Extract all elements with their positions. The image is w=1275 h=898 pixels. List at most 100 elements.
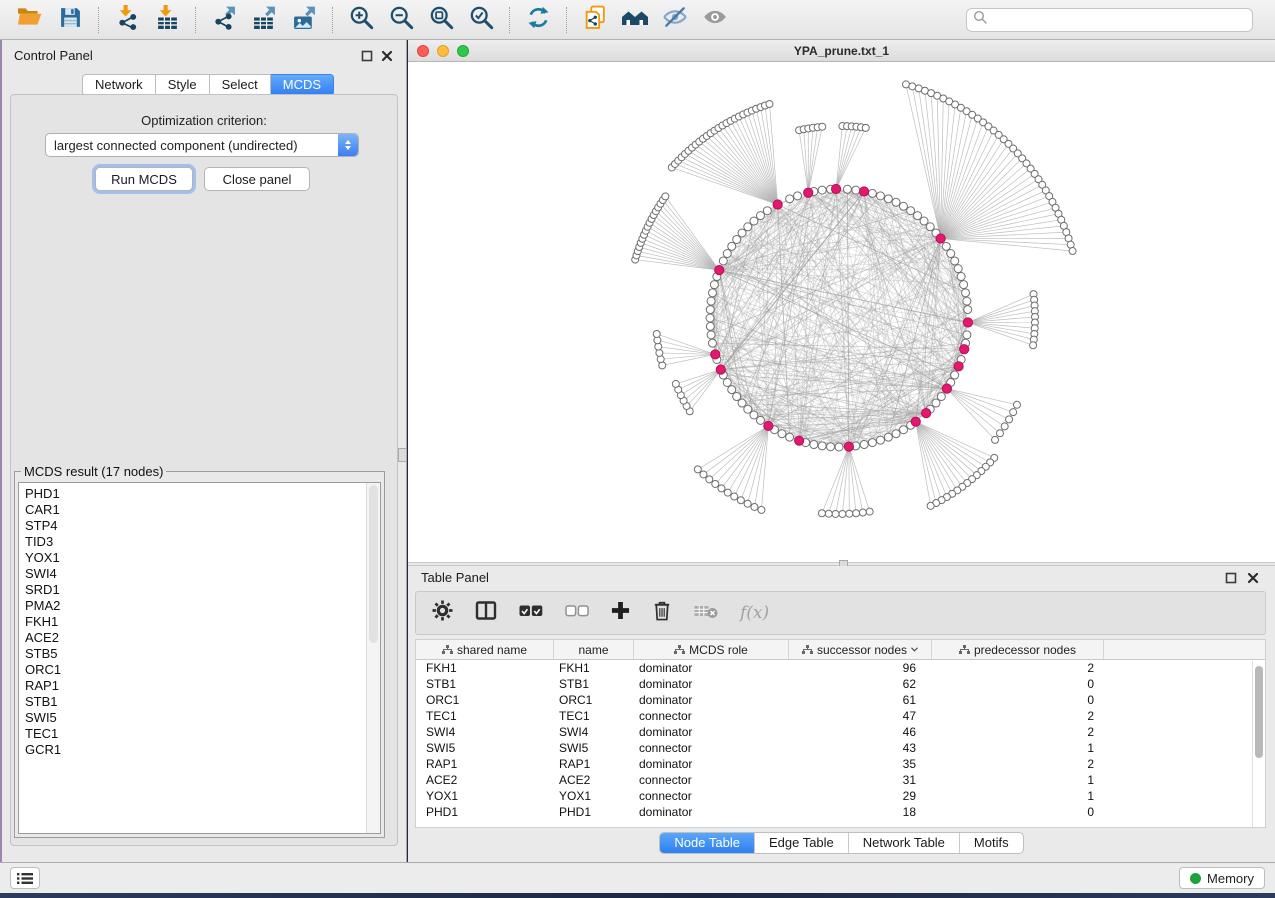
mcds-result-item[interactable]: CAR1 [25,502,380,518]
cell-mcds-role: connector [634,709,789,723]
import-network-file-button[interactable] [111,5,143,35]
delete-table-button[interactable] [694,603,718,624]
cell-mcds-role: dominator [634,661,789,675]
open-file-button[interactable] [14,5,46,35]
table-row[interactable]: ORC1 ORC1 dominator 61 0 [416,692,1265,708]
table-scrollbar[interactable] [1252,661,1265,827]
zoom-fit-button[interactable] [425,5,457,35]
column-header-mcds-role[interactable]: MCDS role [634,640,789,659]
delete-column-button[interactable] [652,600,672,626]
mcds-result-item[interactable]: STB5 [25,646,380,662]
float-panel-icon[interactable] [361,49,373,61]
tab-select[interactable]: Select [210,74,271,96]
import-table-icon [155,5,180,35]
select-all-rows-button[interactable] [519,603,543,624]
network-window-titlebar[interactable]: YPA_prune.txt_1 [408,40,1275,62]
save-session-button[interactable] [54,5,86,35]
cell-predecessor-nodes: 0 [932,805,1104,819]
tab-style[interactable]: Style [156,74,210,96]
column-header-successor-nodes[interactable]: successor nodes [789,640,932,659]
network-canvas[interactable] [408,62,1275,561]
float-table-panel-icon[interactable] [1225,571,1237,583]
zoom-out-button[interactable] [385,5,417,35]
maximize-window-icon[interactable] [457,45,469,57]
close-panel-icon[interactable] [381,49,393,61]
mcds-result-item[interactable]: PHD1 [25,486,380,502]
mcds-result-item[interactable]: TID3 [25,534,380,550]
table-row[interactable]: FKH1 FKH1 dominator 96 2 [416,660,1265,676]
hide-selected-button[interactable] [659,5,691,35]
tab-edge-table[interactable]: Edge Table [754,833,848,853]
table-row[interactable]: YOX1 YOX1 connector 29 1 [416,788,1265,804]
zoom-selected-button[interactable] [465,5,497,35]
tab-network[interactable]: Network [82,74,156,96]
control-panel-tabs: Network Style Select MCDS [82,74,334,96]
zoom-in-button[interactable] [345,5,377,35]
show-all-button[interactable] [699,5,731,35]
tab-node-table[interactable]: Node Table [660,833,754,853]
toolbar-separator [332,7,333,33]
column-header-shared-name[interactable]: shared name [416,640,554,659]
search-input[interactable] [988,12,1246,27]
tab-network-table[interactable]: Network Table [848,833,959,853]
table-row[interactable]: TEC1 TEC1 connector 47 2 [416,708,1265,724]
export-table-button[interactable] [248,5,280,35]
create-column-button[interactable] [611,601,630,625]
memory-button[interactable]: Memory [1179,867,1265,889]
export-image-button[interactable] [288,5,320,35]
mcds-result-item[interactable]: TEC1 [25,726,380,742]
close-panel-button[interactable]: Close panel [204,167,310,191]
scrollbar-thumb[interactable] [1255,666,1263,758]
column-header-name[interactable]: name [554,640,634,659]
mcds-result-item[interactable]: SRD1 [25,582,380,598]
table-row[interactable]: SWI5 SWI5 connector 43 1 [416,740,1265,756]
close-window-icon[interactable] [417,45,429,57]
mcds-result-item[interactable]: ACE2 [25,630,380,646]
scrollbar-thumb[interactable] [369,485,378,643]
table-row[interactable]: RAP1 RAP1 dominator 35 2 [416,756,1265,772]
table-settings-button[interactable] [432,600,453,626]
mcds-result-title: MCDS result (17 nodes) [21,464,166,479]
criterion-select[interactable]: largest connected component (undirected) [45,133,359,157]
import-table-file-button[interactable] [151,5,183,35]
table-row[interactable]: ACE2 ACE2 connector 31 1 [416,772,1265,788]
minimize-window-icon[interactable] [437,45,449,57]
mcds-result-item[interactable]: PMA2 [25,598,380,614]
close-table-panel-icon[interactable] [1247,571,1259,583]
mcds-result-item[interactable]: STP4 [25,518,380,534]
mcds-result-item[interactable]: SWI5 [25,710,380,726]
mcds-result-item[interactable]: ORC1 [25,662,380,678]
mcds-result-item[interactable]: YOX1 [25,550,380,566]
refresh-view-button[interactable] [522,5,554,35]
mcds-result-item[interactable]: RAP1 [25,678,380,694]
mcds-list-scrollbar[interactable] [366,483,380,833]
table-row[interactable]: SWI4 SWI4 dominator 46 2 [416,724,1265,740]
cell-predecessor-nodes: 1 [932,773,1104,787]
table-row[interactable]: PHD1 PHD1 dominator 18 0 [416,804,1265,820]
export-network-button[interactable] [208,5,240,35]
table-row[interactable]: STB1 STB1 dominator 62 0 [416,676,1265,692]
show-panels-menu-button[interactable] [10,867,40,889]
clone-network-button[interactable] [579,5,611,35]
zoom-in-icon [349,5,374,35]
cell-name: PHD1 [554,805,634,819]
mcds-result-item[interactable]: FKH1 [25,614,380,630]
function-builder-button[interactable]: f(x) [740,603,769,623]
mcds-result-item[interactable]: SWI4 [25,566,380,582]
mcds-result-item[interactable]: GCR1 [25,742,380,758]
first-neighbors-button[interactable] [619,5,651,35]
tab-mcds[interactable]: MCDS [271,74,334,96]
show-column-panel-button[interactable] [475,601,497,626]
control-panel: Control Panel Network Style Select MCDS … [2,40,407,862]
refresh-icon [526,5,551,35]
deselect-all-rows-button[interactable] [565,603,589,624]
toolbar-separator [195,7,196,33]
run-mcds-button[interactable]: Run MCDS [95,167,193,191]
column-header-predecessor-nodes[interactable]: predecessor nodes [932,640,1104,659]
mcds-result-item[interactable]: STB1 [25,694,380,710]
cell-predecessor-nodes: 1 [932,789,1104,803]
mcds-result-list[interactable]: PHD1 CAR1 STP4 TID3 YOX1 SWI4 SRD1 PMA2 … [18,482,381,834]
vertical-splitter-handle[interactable] [398,448,407,462]
search-field[interactable] [966,8,1253,32]
tab-motifs[interactable]: Motifs [959,833,1023,853]
